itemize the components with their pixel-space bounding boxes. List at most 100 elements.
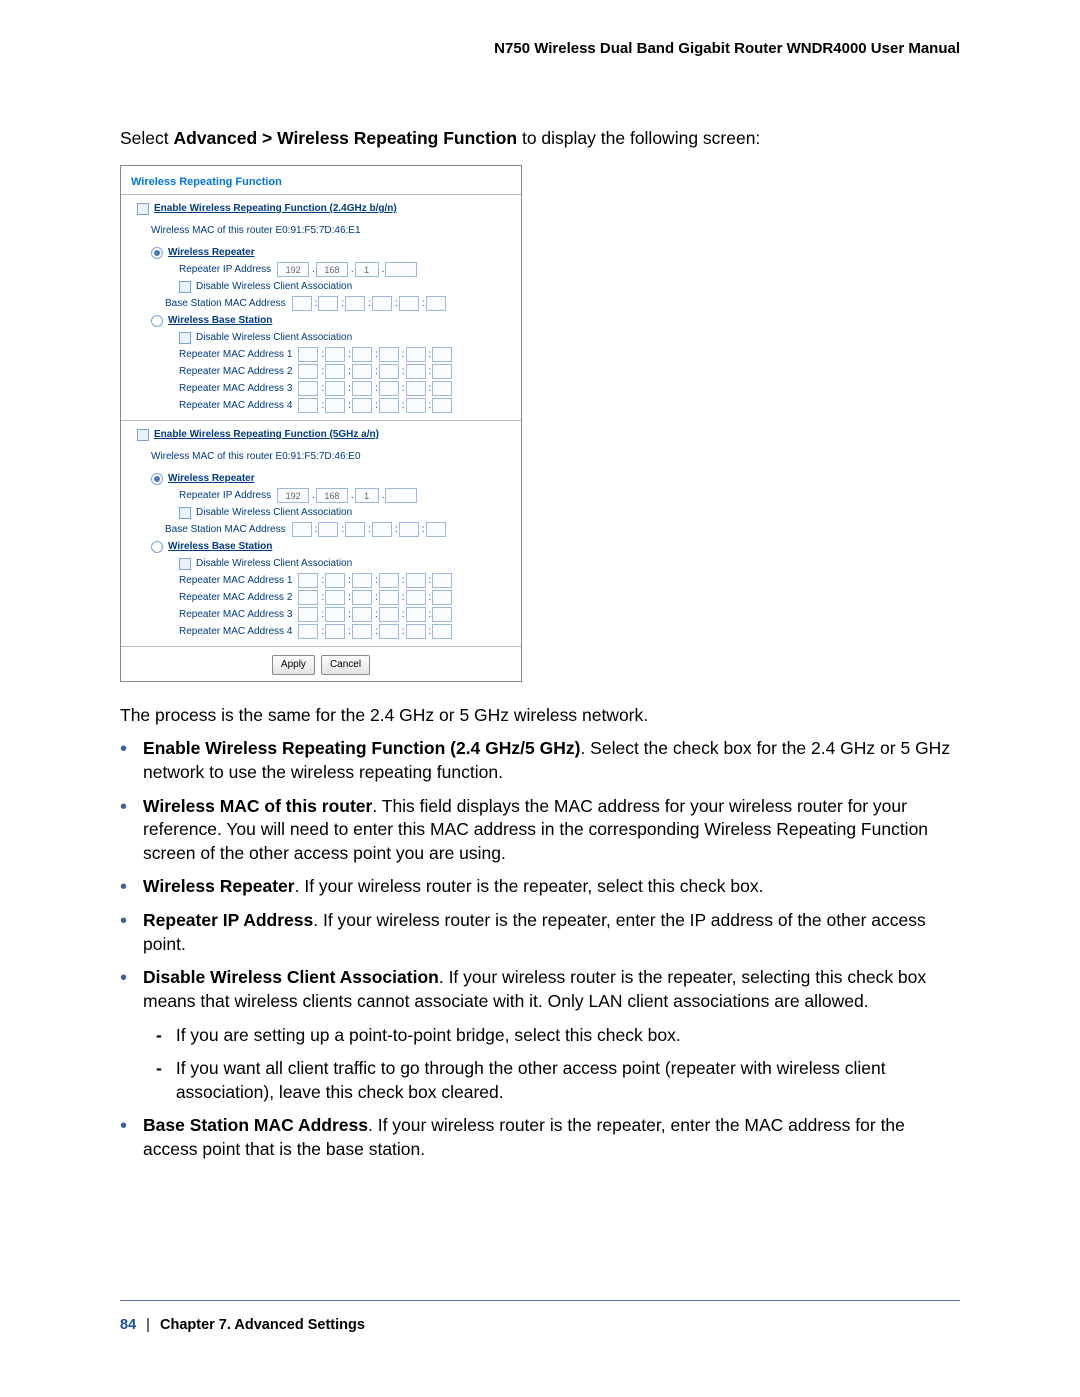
ip-octet-1[interactable]: 192 — [277, 488, 309, 503]
mac-field[interactable] — [352, 398, 372, 413]
mac-field[interactable] — [379, 364, 399, 379]
mac-field[interactable] — [406, 573, 426, 588]
intro-line: Select Advanced > Wireless Repeating Fun… — [120, 127, 960, 151]
mac-field[interactable] — [325, 347, 345, 362]
fig-wireless-base-station-5: Wireless Base Station — [168, 541, 272, 552]
mac-field[interactable] — [298, 624, 318, 639]
mac-field[interactable] — [432, 364, 452, 379]
mac-field[interactable] — [399, 522, 419, 537]
fig-repeater-ip: Repeater IP Address — [179, 264, 271, 275]
mac-field[interactable] — [432, 398, 452, 413]
radio-icon[interactable] — [151, 541, 163, 553]
bullet-icon: • — [120, 877, 127, 899]
mac-field[interactable] — [379, 607, 399, 622]
ip-octet-3[interactable]: 1 — [355, 488, 379, 503]
radio-icon[interactable] — [151, 247, 163, 259]
fig-title: Wireless Repeating Function — [131, 176, 511, 188]
ip-octet-3[interactable]: 1 — [355, 262, 379, 277]
mac-field[interactable] — [432, 590, 452, 605]
ip-octet-4[interactable] — [385, 262, 417, 277]
mac-field[interactable] — [325, 364, 345, 379]
mac-field[interactable] — [325, 573, 345, 588]
mac-field[interactable] — [352, 590, 372, 605]
mac-field[interactable] — [432, 624, 452, 639]
mac-field[interactable] — [325, 607, 345, 622]
mac-field[interactable] — [298, 590, 318, 605]
bullet-bold: Base Station MAC Address — [143, 1115, 368, 1135]
ip-octet-2[interactable]: 168 — [316, 488, 348, 503]
bullet-item: • Enable Wireless Repeating Function (2.… — [120, 737, 960, 784]
mac-field[interactable] — [298, 573, 318, 588]
mac-field[interactable] — [352, 364, 372, 379]
mac-field[interactable] — [379, 573, 399, 588]
fig-rep-mac3-5: Repeater MAC Address 3 — [179, 609, 292, 620]
mac-field[interactable] — [406, 590, 426, 605]
cancel-button[interactable]: Cancel — [321, 655, 370, 675]
mac-field[interactable] — [432, 381, 452, 396]
mac-field[interactable] — [432, 347, 452, 362]
checkbox-icon[interactable] — [137, 203, 149, 215]
mac-field[interactable] — [325, 624, 345, 639]
fig-base-mac-5: Base Station MAC Address — [165, 524, 286, 535]
mac-field[interactable] — [318, 522, 338, 537]
mac-field[interactable] — [406, 347, 426, 362]
checkbox-icon[interactable] — [179, 332, 191, 344]
mac-field[interactable] — [379, 347, 399, 362]
sub-item: - If you are setting up a point-to-point… — [156, 1024, 960, 1048]
mac-field[interactable] — [406, 381, 426, 396]
mac-field[interactable] — [426, 522, 446, 537]
radio-icon[interactable] — [151, 315, 163, 327]
mac-field[interactable] — [298, 364, 318, 379]
mac-field[interactable] — [325, 381, 345, 396]
mac-field[interactable] — [372, 296, 392, 311]
fig-disable-assoc: Disable Wireless Client Association — [196, 281, 352, 292]
page-number: 84 — [120, 1317, 136, 1333]
footer-divider — [120, 1300, 960, 1301]
footer-chapter: Chapter 7. Advanced Settings — [160, 1317, 365, 1333]
ip-octet-1[interactable]: 192 — [277, 262, 309, 277]
mac-field[interactable] — [325, 590, 345, 605]
mac-field[interactable] — [298, 398, 318, 413]
mac-field[interactable] — [406, 398, 426, 413]
bullet-bold: Disable Wireless Client Association — [143, 967, 439, 987]
mac-field[interactable] — [352, 347, 372, 362]
mac-field[interactable] — [318, 296, 338, 311]
mac-field[interactable] — [432, 607, 452, 622]
mac-field[interactable] — [352, 381, 372, 396]
ip-octet-2[interactable]: 168 — [316, 262, 348, 277]
mac-field[interactable] — [406, 607, 426, 622]
radio-icon[interactable] — [151, 473, 163, 485]
mac-field[interactable] — [292, 522, 312, 537]
bullet-list-2: • Base Station MAC Address. If your wire… — [120, 1114, 960, 1161]
mac-field[interactable] — [345, 296, 365, 311]
mac-field[interactable] — [292, 296, 312, 311]
mac-field[interactable] — [298, 607, 318, 622]
mac-field[interactable] — [379, 381, 399, 396]
mac-field[interactable] — [379, 398, 399, 413]
mac-field[interactable] — [406, 624, 426, 639]
mac-field[interactable] — [325, 398, 345, 413]
mac-field[interactable] — [399, 296, 419, 311]
apply-button[interactable]: Apply — [272, 655, 315, 675]
bullet-icon: • — [120, 797, 127, 866]
mac-field[interactable] — [406, 364, 426, 379]
mac-field[interactable] — [379, 624, 399, 639]
mac-field[interactable] — [352, 624, 372, 639]
checkbox-icon[interactable] — [137, 429, 149, 441]
mac-field[interactable] — [298, 381, 318, 396]
mac-field[interactable] — [298, 347, 318, 362]
mac-field[interactable] — [352, 607, 372, 622]
bullet-bold: Enable Wireless Repeating Function (2.4 … — [143, 738, 580, 758]
mac-field[interactable] — [426, 296, 446, 311]
checkbox-icon[interactable] — [179, 558, 191, 570]
ip-octet-4[interactable] — [385, 488, 417, 503]
checkbox-icon[interactable] — [179, 507, 191, 519]
fig-rep-mac2: Repeater MAC Address 2 — [179, 366, 292, 377]
mac-field[interactable] — [379, 590, 399, 605]
mac-field[interactable] — [352, 573, 372, 588]
bullet-bold: Wireless MAC of this router — [143, 796, 372, 816]
mac-field[interactable] — [345, 522, 365, 537]
mac-field[interactable] — [372, 522, 392, 537]
checkbox-icon[interactable] — [179, 281, 191, 293]
mac-field[interactable] — [432, 573, 452, 588]
